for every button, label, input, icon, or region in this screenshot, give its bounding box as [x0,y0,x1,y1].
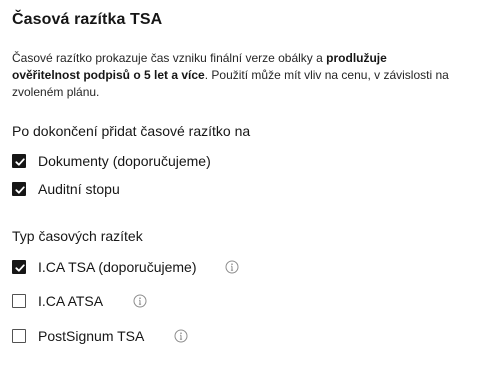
description-bold: ověřitelnost podpisů o 5 let a více [12,68,205,82]
checkbox-checked[interactable] [12,154,26,168]
checkbox-ica-tsa[interactable]: I.CA TSA (doporučujeme) [12,258,239,276]
description-text: Časové razítko prokazuje čas vzniku finá… [12,51,327,65]
info-icon[interactable] [133,294,147,308]
checkbox-label: PostSignum TSA [38,328,145,344]
checkbox-checked[interactable] [12,260,26,274]
checkbox-checked[interactable] [12,182,26,196]
checkbox-documents[interactable]: Dokumenty (doporučujeme) [12,152,211,170]
add-timestamp-group-label: Po dokončení přidat časové razítko na [12,123,251,139]
description-bold: prodlužuje [326,51,387,65]
checkmark-icon [15,186,25,194]
tsa-type-group-label: Typ časových razítek [12,228,143,244]
checkbox-ica-atsa[interactable]: I.CA ATSA [12,292,147,310]
checkmark-icon [15,264,25,272]
tsa-settings-panel: Časová razítka TSA Časové razítko prokaz… [0,0,500,371]
checkbox-unchecked[interactable] [12,329,26,343]
checkbox-label: Auditní stopu [38,181,120,197]
checkbox-label: I.CA ATSA [38,293,104,309]
section-title: Časová razítka TSA [12,11,163,28]
info-icon[interactable] [174,329,188,343]
checkbox-audit-trail[interactable]: Auditní stopu [12,180,120,198]
checkbox-postsignum-tsa[interactable]: PostSignum TSA [12,327,188,345]
checkbox-label: I.CA TSA (doporučujeme) [38,259,197,275]
checkmark-icon [15,158,25,166]
section-description: Časové razítko prokazuje čas vzniku finá… [12,50,482,101]
info-icon[interactable] [225,260,239,274]
checkbox-label: Dokumenty (doporučujeme) [38,153,211,169]
checkbox-unchecked[interactable] [12,294,26,308]
